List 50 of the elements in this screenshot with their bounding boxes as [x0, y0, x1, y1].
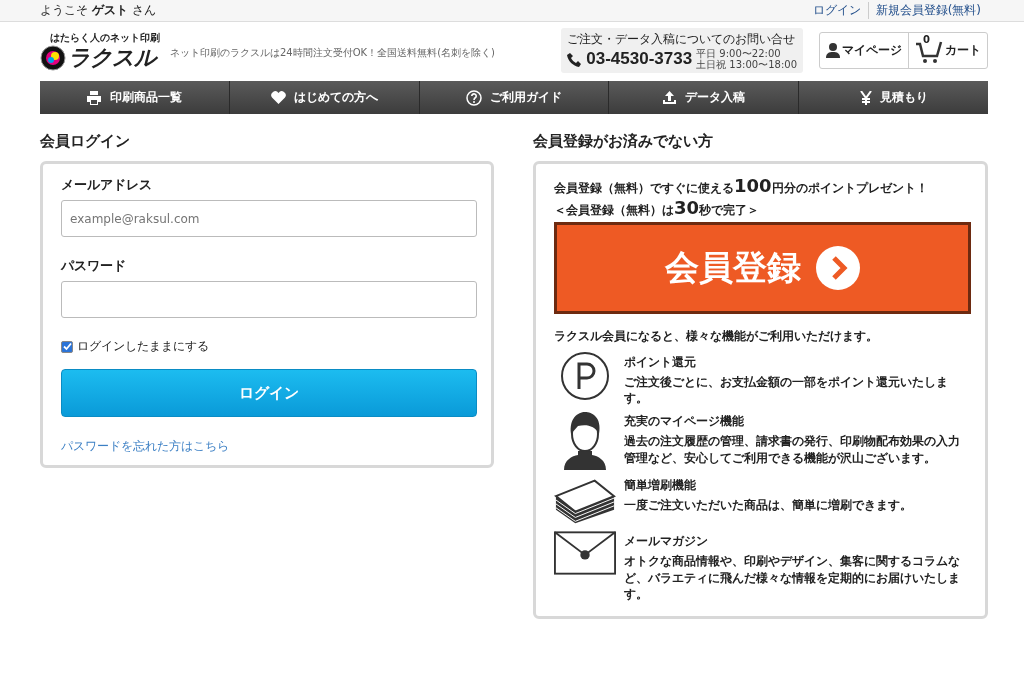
user-icon — [826, 43, 840, 58]
heart-icon — [270, 91, 286, 104]
password-field[interactable] — [61, 281, 477, 318]
nav-item[interactable]: データ入稿 — [608, 81, 799, 114]
remember-checkbox[interactable] — [61, 340, 73, 353]
logo-tagline: はたらく人のネット印刷 — [50, 30, 160, 45]
login-title: 会員ログイン — [40, 132, 131, 151]
phone-icon — [567, 51, 583, 67]
feature-text: 一度ご注文いただいた商品は、簡単に増刷できます。 — [624, 497, 912, 514]
contact-label: ご注文・データ入稿についてのお問い合せ — [567, 31, 797, 48]
logo-icon — [40, 44, 66, 71]
upload-icon — [662, 90, 678, 105]
register-lead: ラクスル会員になると、様々な機能がご利用いただけます。 — [554, 328, 879, 345]
cart-count: 0 — [923, 33, 930, 45]
top-link[interactable]: ログイン — [805, 2, 868, 19]
register-title: 会員登録がお済みでない方 — [533, 132, 714, 151]
promo-text: 会員登録（無料）ですぐに使える 100円分のポイントプレゼント！ — [554, 176, 929, 198]
top-link[interactable]: 新規会員登録(無料) — [867, 2, 988, 19]
email-field[interactable]: example@raksul.com — [61, 200, 477, 237]
cart-button[interactable]: 0 カート — [908, 33, 987, 68]
feature-title: 充実のマイページ機能 — [624, 413, 745, 431]
logo-name[interactable]: ラクスル — [68, 46, 156, 69]
nav-item[interactable]: 印刷商品一覧 — [40, 81, 229, 114]
promo-text: ＜会員登録（無料）は30秒で完了＞ — [554, 198, 761, 220]
forgot-password-link[interactable]: パスワードを忘れた方はこちら — [61, 439, 229, 453]
hours-text: 平日 9:00〜22:00 — [696, 48, 782, 59]
remember-label: ログインしたままにする — [77, 338, 209, 355]
nav-item[interactable]: はじめての方へ — [228, 81, 419, 114]
phone-number: 03-4530-3733 — [586, 49, 693, 69]
point-icon — [560, 351, 610, 401]
welcome-text: ようこそ ゲスト さん — [40, 2, 156, 19]
password-label: パスワード — [61, 257, 127, 275]
feature-title: メールマガジン — [624, 533, 709, 551]
feature-title: ポイント還元 — [624, 354, 697, 371]
printer-icon — [86, 90, 103, 105]
feature-text: オトクな商品情報や、印刷やデザイン、集客に関するコラムなど、バラエティに飛んだ様々な情報を定期的にお届けいたします。 — [624, 553, 961, 602]
feature-title: 簡単増刷機能 — [624, 477, 697, 495]
chevron-icon — [814, 245, 861, 291]
help-icon — [466, 89, 482, 106]
email-label: メールアドレス — [61, 176, 153, 194]
nav-item[interactable]: ご利用ガイド — [418, 81, 609, 114]
feature-text: 過去の注文履歴の管理、請求書の発行、印刷物配布効果の入力管理など、安心してご利用できる機能が沢山ございます。 — [624, 433, 961, 466]
feature-text: ご注文後ごとに、お支払金額の一部をポイント還元いたします。 — [624, 374, 949, 407]
mypage-button[interactable]: マイページ — [820, 33, 908, 68]
person-icon — [564, 410, 606, 471]
hours-text: 土日祝 13:00〜18:00 — [696, 59, 797, 70]
envelope-icon — [554, 530, 616, 577]
yen-icon — [859, 90, 872, 105]
nav-item[interactable]: 見積もり — [798, 81, 988, 114]
catch-copy: ネット印刷のラクスルは24時間注文受付OK！全国送料無料(名刺を除く) — [170, 45, 496, 60]
